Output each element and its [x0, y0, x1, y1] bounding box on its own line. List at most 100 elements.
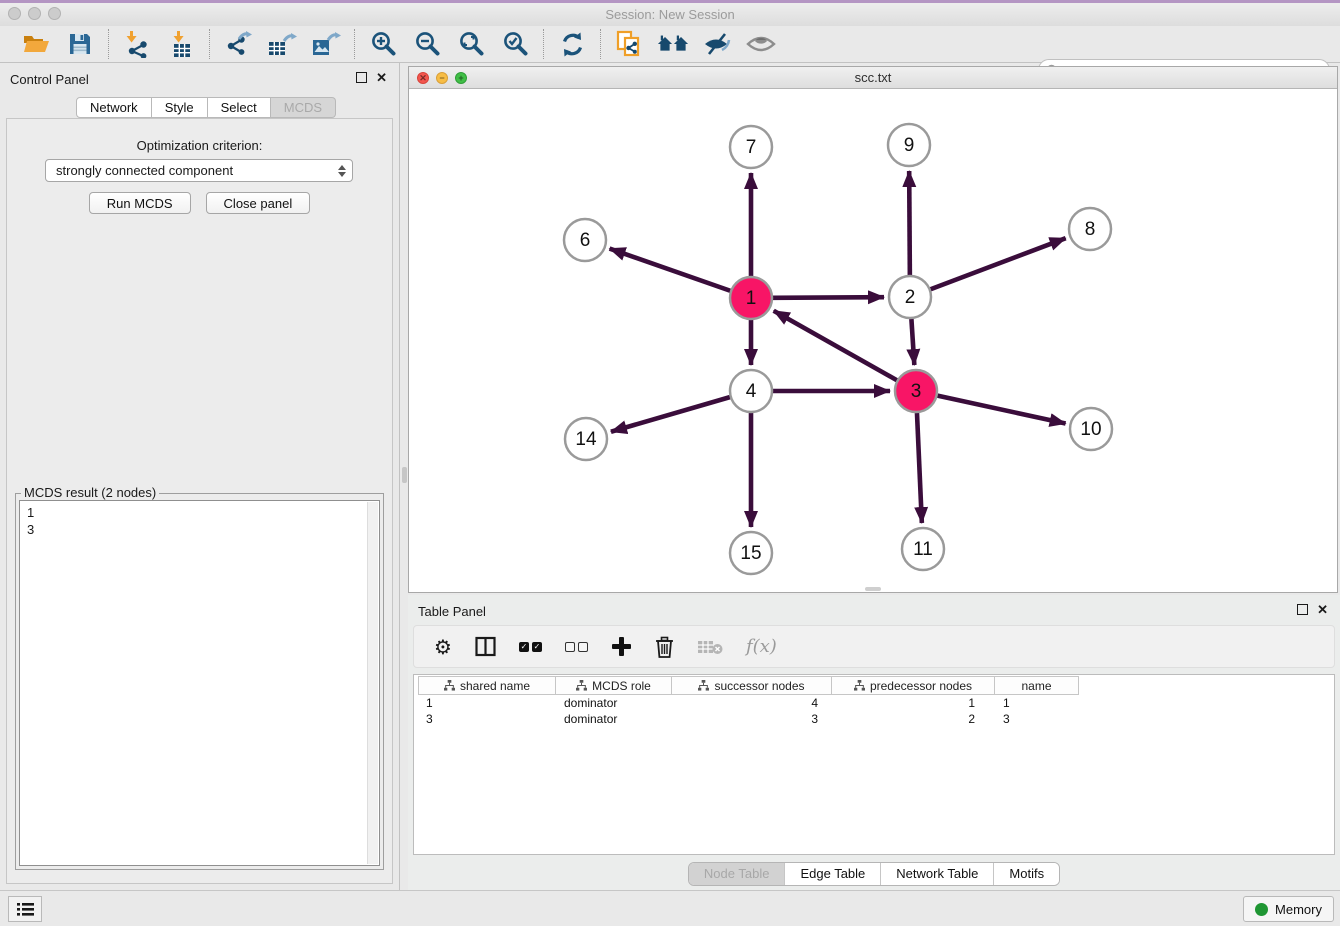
tab-motifs[interactable]: Motifs — [993, 863, 1059, 885]
result-scrollbar[interactable] — [367, 502, 378, 864]
panel-splitter[interactable] — [401, 63, 408, 890]
tab-network-table[interactable]: Network Table — [880, 863, 993, 885]
close-table-panel-icon[interactable]: ✕ — [1317, 604, 1328, 615]
table-row[interactable]: 1 dominator 4 1 1 — [418, 695, 1334, 711]
control-panel-title: Control Panel — [10, 72, 89, 87]
graph-node-label-7: 7 — [746, 137, 757, 158]
tab-edge-table[interactable]: Edge Table — [784, 863, 880, 885]
close-panel-button[interactable]: Close panel — [206, 192, 311, 214]
export-network-icon[interactable] — [222, 28, 254, 60]
graph-edge-1-6[interactable] — [610, 249, 731, 291]
splitter-grip[interactable] — [402, 467, 407, 483]
close-panel-icon[interactable]: ✕ — [376, 72, 387, 83]
column-header-mcds-role[interactable]: MCDS role — [556, 676, 672, 695]
task-history-button[interactable] — [8, 896, 42, 922]
graph-edge-2-8[interactable] — [931, 238, 1066, 289]
zoom-in-icon[interactable] — [367, 28, 399, 60]
save-session-icon[interactable] — [64, 28, 96, 60]
graph-node-label-2: 2 — [905, 287, 916, 308]
table-settings-icon[interactable]: ⚙ — [434, 635, 452, 659]
graph-node-label-14: 14 — [575, 429, 597, 450]
tab-style[interactable]: Style — [152, 97, 208, 118]
network-graph[interactable]: 7968124314101511 — [409, 89, 1337, 592]
result-line: 3 — [27, 521, 379, 538]
network-maximize-icon[interactable]: + — [455, 72, 467, 84]
table-row[interactable]: 3 dominator 3 2 3 — [418, 711, 1334, 727]
clone-network-icon[interactable] — [613, 28, 645, 60]
open-session-icon[interactable] — [20, 28, 52, 60]
network-close-icon[interactable]: ✕ — [417, 72, 429, 84]
mcds-result-text[interactable]: 1 3 — [19, 500, 380, 866]
cell-mcds-role[interactable]: dominator — [556, 711, 672, 727]
tab-network[interactable]: Network — [76, 97, 152, 118]
network-resize-grip[interactable] — [865, 587, 881, 591]
network-minimize-icon[interactable]: − — [436, 72, 448, 84]
cell-successor-nodes[interactable]: 3 — [672, 711, 832, 727]
graph-edge-1-2[interactable] — [773, 297, 884, 298]
network-window-titlebar[interactable]: ✕ − + scc.txt — [409, 67, 1337, 89]
cell-shared-name[interactable]: 3 — [418, 711, 556, 727]
select-all-icon[interactable]: ✓✓ — [519, 635, 542, 659]
node-table[interactable]: shared name MCDS role successor nodes pr… — [413, 674, 1335, 855]
graph-edge-2-9[interactable] — [909, 171, 910, 275]
result-line: 1 — [27, 504, 379, 521]
cell-name[interactable]: 3 — [995, 711, 1079, 727]
table-panel-tabs: Node Table Edge Table Network Table Moti… — [408, 862, 1340, 886]
tab-select[interactable]: Select — [208, 97, 271, 118]
first-neighbors-icon[interactable] — [657, 28, 689, 60]
run-mcds-button[interactable]: Run MCDS — [89, 192, 191, 214]
column-header-name[interactable]: name — [995, 676, 1079, 695]
network-window-title: scc.txt — [409, 67, 1337, 88]
tab-node-table[interactable]: Node Table — [689, 863, 785, 885]
graph-node-label-9: 9 — [904, 135, 915, 156]
memory-button[interactable]: Memory — [1243, 896, 1334, 922]
column-header-predecessor-nodes[interactable]: predecessor nodes — [832, 676, 995, 695]
column-type-icon — [576, 680, 587, 691]
network-canvas[interactable]: 7968124314101511 — [409, 89, 1337, 592]
mcds-result-group: MCDS result (2 nodes) 1 3 — [15, 493, 384, 870]
cell-predecessor-nodes[interactable]: 1 — [832, 695, 995, 711]
zoom-selected-icon[interactable] — [499, 28, 531, 60]
hide-details-icon[interactable] — [701, 28, 733, 60]
refresh-icon[interactable] — [556, 28, 588, 60]
column-type-icon — [854, 680, 865, 691]
cell-shared-name[interactable]: 1 — [418, 695, 556, 711]
graph-edge-2-3[interactable] — [911, 319, 914, 365]
criterion-select[interactable]: strongly connected component — [45, 159, 353, 182]
memory-label: Memory — [1275, 902, 1322, 917]
cell-mcds-role[interactable]: dominator — [556, 695, 672, 711]
delete-table-icon — [697, 635, 723, 659]
titlebar: Session: New Session — [0, 3, 1340, 26]
tab-mcds[interactable]: MCDS — [271, 97, 336, 118]
graph-node-label-4: 4 — [746, 381, 757, 402]
float-panel-icon[interactable] — [356, 72, 367, 83]
cell-successor-nodes[interactable]: 4 — [672, 695, 832, 711]
export-table-icon[interactable] — [266, 28, 298, 60]
graph-node-label-8: 8 — [1085, 219, 1096, 240]
zoom-fit-icon[interactable] — [455, 28, 487, 60]
delete-column-icon[interactable] — [655, 635, 674, 659]
graph-edge-4-14[interactable] — [611, 397, 730, 432]
float-table-panel-icon[interactable] — [1297, 604, 1308, 615]
column-selector-icon[interactable] — [475, 635, 496, 659]
add-column-icon[interactable] — [611, 635, 632, 659]
deselect-all-icon[interactable] — [565, 635, 588, 659]
table-panel-title: Table Panel — [418, 604, 486, 619]
graph-edge-3-11[interactable] — [917, 413, 922, 523]
cell-predecessor-nodes[interactable]: 2 — [832, 711, 995, 727]
graph-edge-3-10[interactable] — [937, 396, 1065, 424]
import-network-icon[interactable] — [121, 28, 153, 60]
show-details-icon[interactable] — [745, 28, 777, 60]
graph-node-label-3: 3 — [911, 381, 922, 402]
zoom-out-icon[interactable] — [411, 28, 443, 60]
mcds-panel-body: Optimization criterion: strongly connect… — [6, 118, 393, 884]
export-image-icon[interactable] — [310, 28, 342, 60]
graph-edge-3-1[interactable] — [774, 311, 897, 380]
cell-name[interactable]: 1 — [995, 695, 1079, 711]
column-header-successor-nodes[interactable]: successor nodes — [672, 676, 832, 695]
table-toolbar: ⚙ ✓✓ f(x) — [413, 625, 1335, 668]
column-header-shared-name[interactable]: shared name — [418, 676, 556, 695]
import-table-icon[interactable] — [165, 28, 197, 60]
mcds-result-title: MCDS result (2 nodes) — [21, 485, 159, 500]
main-toolbar — [0, 26, 1340, 63]
